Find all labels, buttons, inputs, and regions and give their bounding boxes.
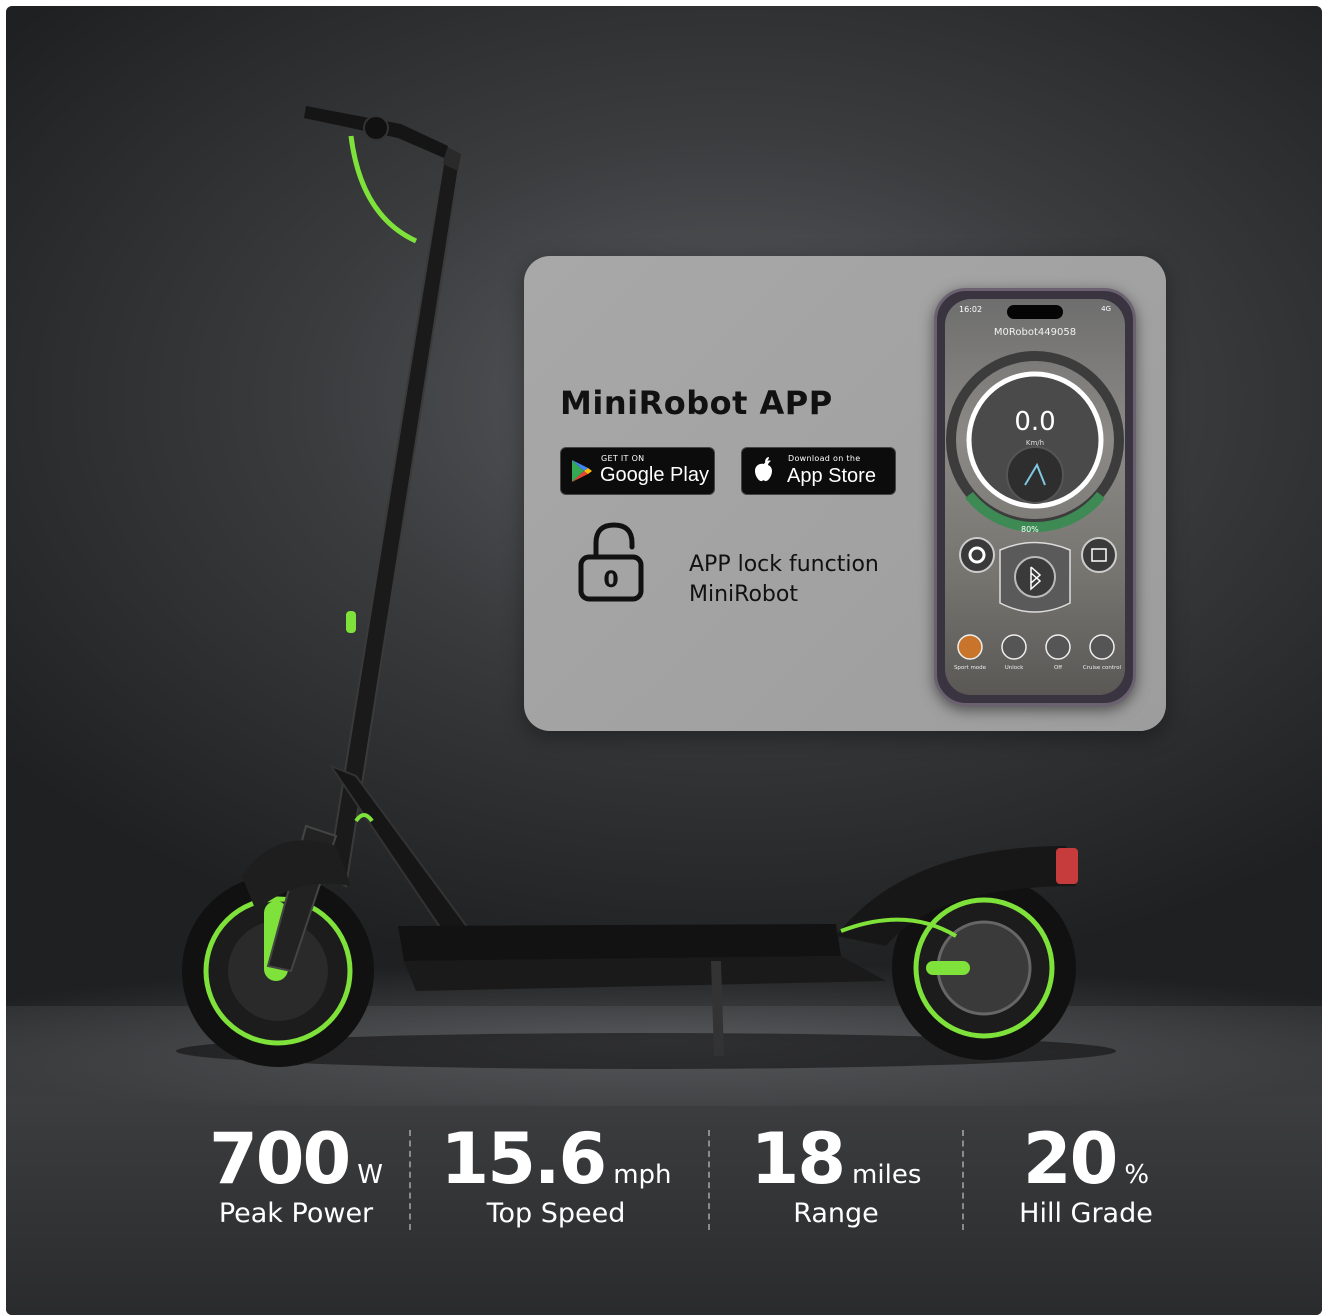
stat-unit: miles [852, 1160, 922, 1190]
google-play-badge[interactable]: GET IT ON Google Play [560, 447, 715, 495]
speed-gauge [946, 351, 1124, 660]
unlock-label: Unlock [1004, 665, 1024, 671]
stat-label: Top Speed [486, 1198, 626, 1229]
stat-value: 20 [1022, 1118, 1118, 1200]
stat-unit: mph [613, 1160, 672, 1190]
stat-label: Peak Power [218, 1198, 374, 1229]
apple-icon [755, 457, 772, 482]
gear-icon [959, 537, 995, 573]
stat-unit: W [357, 1160, 383, 1190]
stat-value: 18 [750, 1118, 846, 1200]
device-name: M0Robot449058 [993, 327, 1077, 338]
app-title: MiniRobot APP [560, 384, 833, 422]
phone-mockup: 16:02 4G M0Robot449058 0.0 Km/h 80% Spor… [934, 288, 1136, 706]
stat-label: Range [793, 1198, 879, 1229]
unlocked-padlock-icon: 0 [578, 522, 644, 602]
app-store-small-text: Download on the [788, 454, 861, 463]
menu-icon [1081, 537, 1117, 573]
stat-unit: % [1124, 1160, 1150, 1190]
off-label: Off [1053, 665, 1063, 671]
google-play-label: Google Play [600, 464, 709, 486]
stat-top-speed: 15.6 mph Top Speed [426, 1118, 686, 1229]
stat-value: 700 [209, 1118, 351, 1200]
sport-mode-icon [957, 634, 983, 660]
lock-glyph: 0 [603, 568, 618, 593]
status-time: 16:02 [959, 305, 983, 314]
stat-hill-grade: 20% Hill Grade [981, 1118, 1191, 1229]
app-info-card: MiniRobot APP GET IT ON Google Play Down… [524, 256, 1166, 731]
battery-level: 80% [1021, 525, 1039, 534]
divider [708, 1130, 710, 1230]
app-store-badge[interactable]: Download on the App Store [741, 447, 896, 495]
speed-unit: Km/h [1025, 439, 1045, 447]
stat-label: Hill Grade [1019, 1198, 1153, 1229]
unlock-icon [1001, 634, 1027, 660]
divider [962, 1130, 964, 1230]
speed-value: 0.0 [1014, 407, 1056, 437]
dynamic-island [1007, 305, 1063, 319]
lock-brand-text: MiniRobot [689, 582, 798, 607]
stat-range: 18 miles Range [726, 1118, 946, 1229]
app-store-label: App Store [787, 465, 876, 487]
google-play-small-text: GET IT ON [601, 454, 645, 463]
sport-mode-label: Sport mode [953, 665, 987, 671]
google-play-icon [572, 460, 592, 482]
divider [409, 1130, 411, 1230]
cruise-control-label: Cruise control [1082, 665, 1122, 671]
cruise-control-icon [1089, 634, 1115, 660]
stat-value: 15.6 [440, 1118, 607, 1200]
product-banner: MiniRobot APP GET IT ON Google Play Down… [6, 6, 1322, 1315]
stat-peak-power: 700 W Peak Power [186, 1118, 406, 1229]
phone-screen: 16:02 4G M0Robot449058 0.0 Km/h 80% Spor… [945, 299, 1125, 695]
front-wheel [182, 875, 374, 1067]
status-network: 4G [1101, 305, 1111, 313]
lock-function-text: APP lock function [689, 552, 879, 577]
power-off-icon [1045, 634, 1071, 660]
